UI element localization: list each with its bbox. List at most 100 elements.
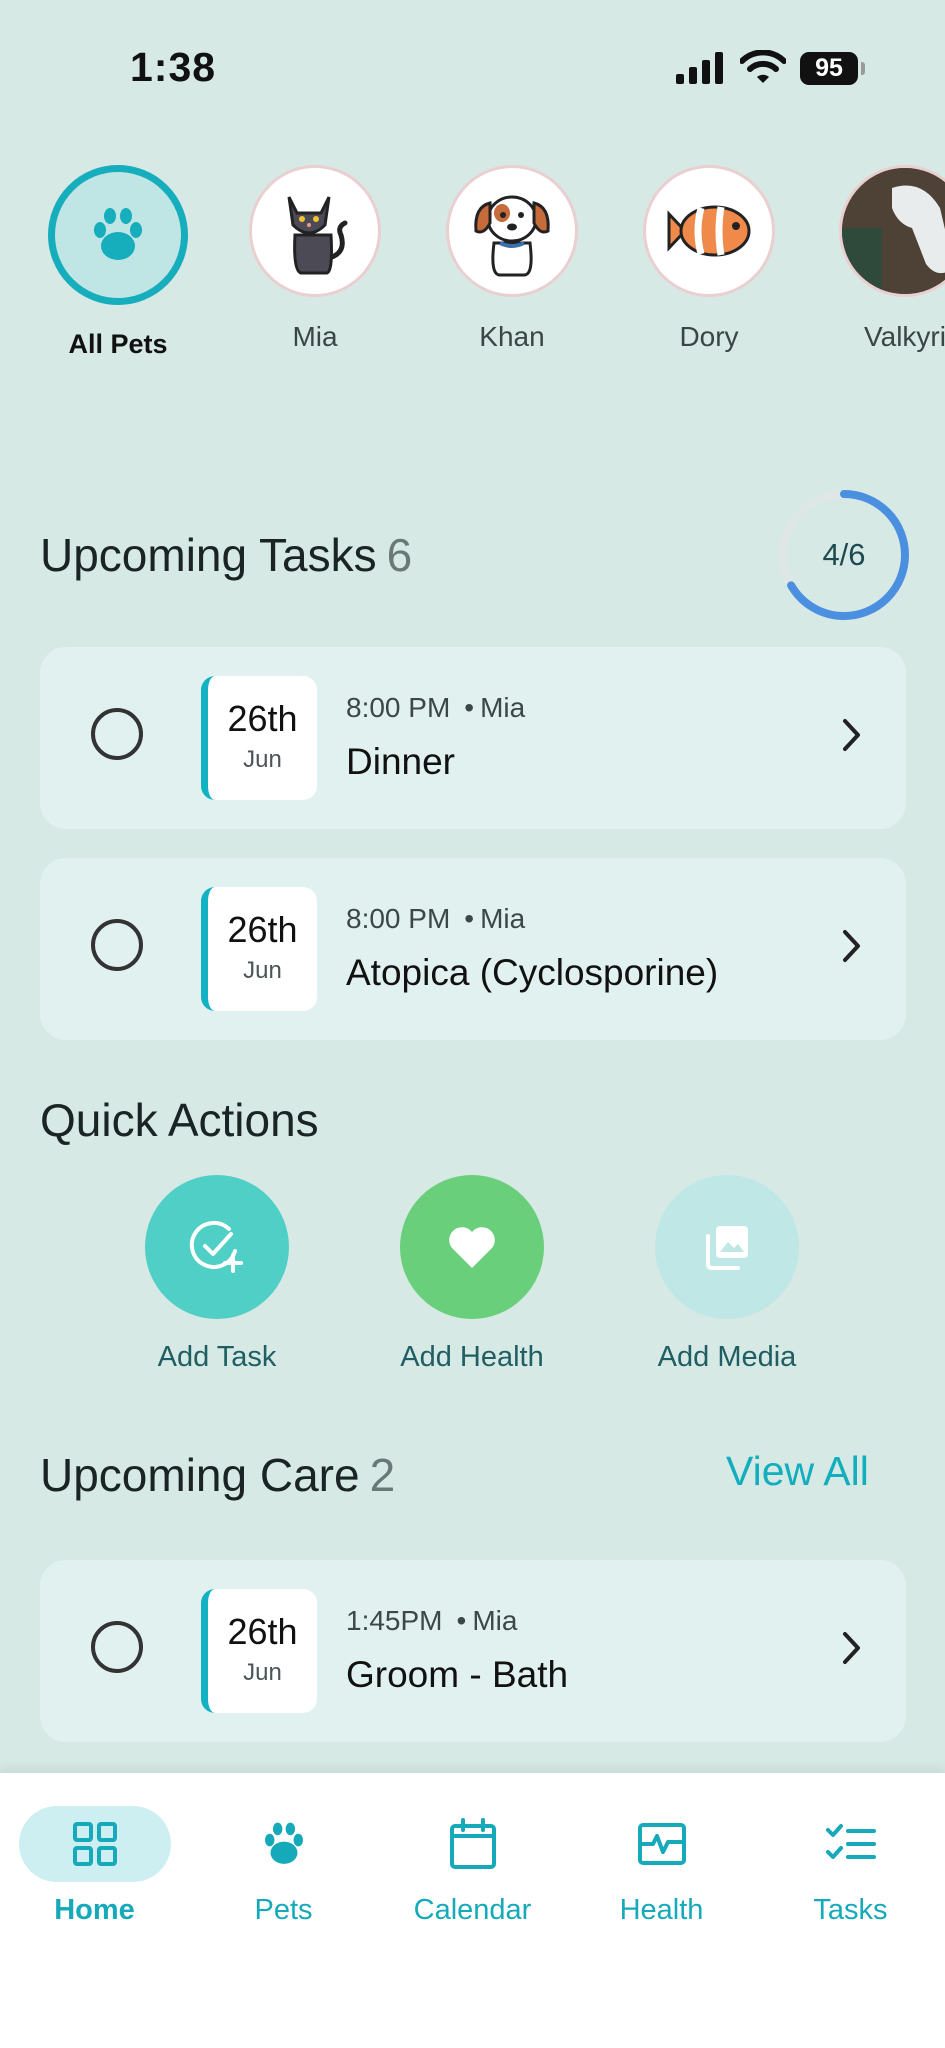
view-all-link[interactable]: View All bbox=[726, 1448, 869, 1495]
nav-label: Health bbox=[619, 1894, 704, 1926]
add-media-circle bbox=[655, 1175, 799, 1319]
date-month: Jun bbox=[243, 746, 282, 773]
task-meta: 8:00 PM • Mia bbox=[346, 692, 525, 724]
quick-actions-title: Quick Actions bbox=[40, 1094, 319, 1146]
add-task-button[interactable]: Add Task bbox=[107, 1175, 327, 1374]
nav-home[interactable]: Home bbox=[0, 1773, 189, 1927]
upcoming-care-title: Upcoming Care bbox=[40, 1449, 360, 1501]
nav-icon-wrap bbox=[586, 1806, 738, 1882]
status-time: 1:38 bbox=[130, 44, 217, 90]
calendar-icon bbox=[449, 1818, 496, 1869]
horse-photo bbox=[842, 168, 945, 294]
care-card[interactable]: 26th Jun 1:45PM • Mia Groom - Bath bbox=[40, 1560, 906, 1742]
nav-label: Home bbox=[54, 1894, 135, 1926]
pet-avatar-all bbox=[48, 165, 188, 305]
care-title: Groom - Bath bbox=[346, 1654, 569, 1695]
nav-tasks[interactable]: Tasks bbox=[756, 1773, 945, 1927]
nav-home-highlight bbox=[18, 1806, 171, 1882]
nav-health[interactable]: Health bbox=[567, 1773, 756, 1927]
upcoming-tasks-count: 6 bbox=[386, 529, 413, 581]
tasks-progress-text: 4/6 bbox=[822, 537, 866, 572]
upcoming-tasks-title: Upcoming Tasks bbox=[40, 529, 377, 581]
nav-icon-wrap bbox=[397, 1806, 549, 1882]
check-plus-icon bbox=[189, 1221, 243, 1273]
date-month: Jun bbox=[243, 1659, 282, 1686]
date-day: 26th bbox=[227, 909, 298, 950]
add-task-circle bbox=[145, 1175, 289, 1319]
battery-indicator: 95 bbox=[800, 52, 858, 85]
date-month: Jun bbox=[243, 957, 282, 984]
upcoming-care-header: Upcoming Care 2 bbox=[40, 1448, 395, 1502]
date-day: 26th bbox=[227, 1611, 298, 1652]
task-time: 8:00 PM bbox=[346, 692, 451, 723]
nav-icon-wrap bbox=[775, 1806, 927, 1882]
add-health-label: Add Health bbox=[400, 1341, 544, 1373]
care-time: 1:45PM bbox=[346, 1605, 443, 1636]
bottom-nav: Home Pets Calendar Health Tasks bbox=[0, 1773, 945, 2048]
nav-icon-wrap bbox=[208, 1806, 360, 1882]
pet-label: Dory bbox=[679, 321, 739, 352]
task-complete-checkbox[interactable] bbox=[91, 919, 143, 971]
pet-mia[interactable]: Mia bbox=[230, 165, 400, 353]
chevron-right-icon bbox=[843, 719, 860, 751]
task-complete-checkbox[interactable] bbox=[91, 708, 143, 760]
pet-khan[interactable]: Khan bbox=[427, 165, 597, 353]
clownfish-icon bbox=[667, 205, 751, 257]
pet-avatar-dory bbox=[643, 165, 775, 297]
upcoming-care-count: 2 bbox=[369, 1449, 396, 1501]
add-health-circle bbox=[400, 1175, 544, 1319]
add-task-label: Add Task bbox=[157, 1341, 277, 1373]
chevron-right-icon bbox=[843, 1632, 860, 1664]
pet-dory[interactable]: Dory bbox=[624, 165, 794, 353]
meta-separator: • bbox=[456, 1605, 467, 1636]
gallery-icon bbox=[706, 1226, 748, 1270]
pet-all-pets[interactable]: All Pets bbox=[33, 165, 203, 360]
grid-icon bbox=[72, 1822, 117, 1866]
task-card[interactable]: 26th Jun 8:00 PM • Mia Dinner bbox=[40, 647, 906, 829]
status-bar: 1:38 95 bbox=[0, 0, 945, 140]
task-card[interactable]: 26th Jun 8:00 PM • Mia Atopica (Cyclospori… bbox=[40, 858, 906, 1040]
meta-separator: • bbox=[464, 692, 475, 723]
care-meta: 1:45PM • Mia bbox=[346, 1605, 517, 1637]
health-monitor-icon bbox=[637, 1823, 686, 1865]
date-badge: 26th Jun bbox=[201, 887, 317, 1011]
task-time: 8:00 PM bbox=[346, 903, 451, 934]
pet-avatar-khan bbox=[446, 165, 578, 297]
task-meta: 8:00 PM • Mia bbox=[346, 903, 525, 935]
add-media-button[interactable]: Add Media bbox=[617, 1175, 837, 1374]
nav-label: Pets bbox=[254, 1894, 313, 1926]
add-media-label: Add Media bbox=[657, 1341, 797, 1373]
care-pet: Mia bbox=[472, 1605, 518, 1636]
pet-label: Valkyri bbox=[864, 321, 945, 352]
care-complete-checkbox[interactable] bbox=[91, 1621, 143, 1673]
nav-calendar[interactable]: Calendar bbox=[378, 1773, 567, 1927]
heart-icon bbox=[449, 1227, 495, 1268]
cat-icon bbox=[287, 196, 348, 275]
add-health-button[interactable]: Add Health bbox=[362, 1175, 582, 1374]
date-day: 26th bbox=[227, 698, 298, 739]
pet-label: Mia bbox=[292, 321, 338, 352]
meta-separator: • bbox=[464, 903, 475, 934]
cellular-signal-icon bbox=[676, 52, 723, 84]
pet-avatar-mia bbox=[249, 165, 381, 297]
paw-icon bbox=[264, 1822, 303, 1864]
nav-pets[interactable]: Pets bbox=[189, 1773, 378, 1927]
nav-label: Calendar bbox=[413, 1894, 532, 1926]
task-pet: Mia bbox=[480, 903, 526, 934]
chevron-right-icon bbox=[843, 930, 860, 962]
dog-icon bbox=[474, 195, 550, 277]
task-title: Atopica (Cyclosporine) bbox=[346, 952, 719, 993]
pet-selector: All Pets Mia Khan Dory Valkyri bbox=[0, 165, 945, 365]
pet-label: All Pets bbox=[68, 329, 168, 359]
checklist-icon bbox=[825, 1824, 876, 1859]
pet-valkyri[interactable]: Valkyri bbox=[820, 165, 945, 353]
date-badge: 26th Jun bbox=[201, 1589, 317, 1713]
pet-label: Khan bbox=[479, 321, 545, 352]
battery-tip bbox=[861, 62, 865, 75]
task-pet: Mia bbox=[480, 692, 526, 723]
nav-label: Tasks bbox=[813, 1894, 888, 1926]
upcoming-tasks-header: Upcoming Tasks 6 bbox=[40, 528, 412, 582]
pet-avatar-valkyri bbox=[839, 165, 945, 297]
task-title: Dinner bbox=[346, 741, 455, 782]
paw-icon bbox=[94, 208, 142, 260]
